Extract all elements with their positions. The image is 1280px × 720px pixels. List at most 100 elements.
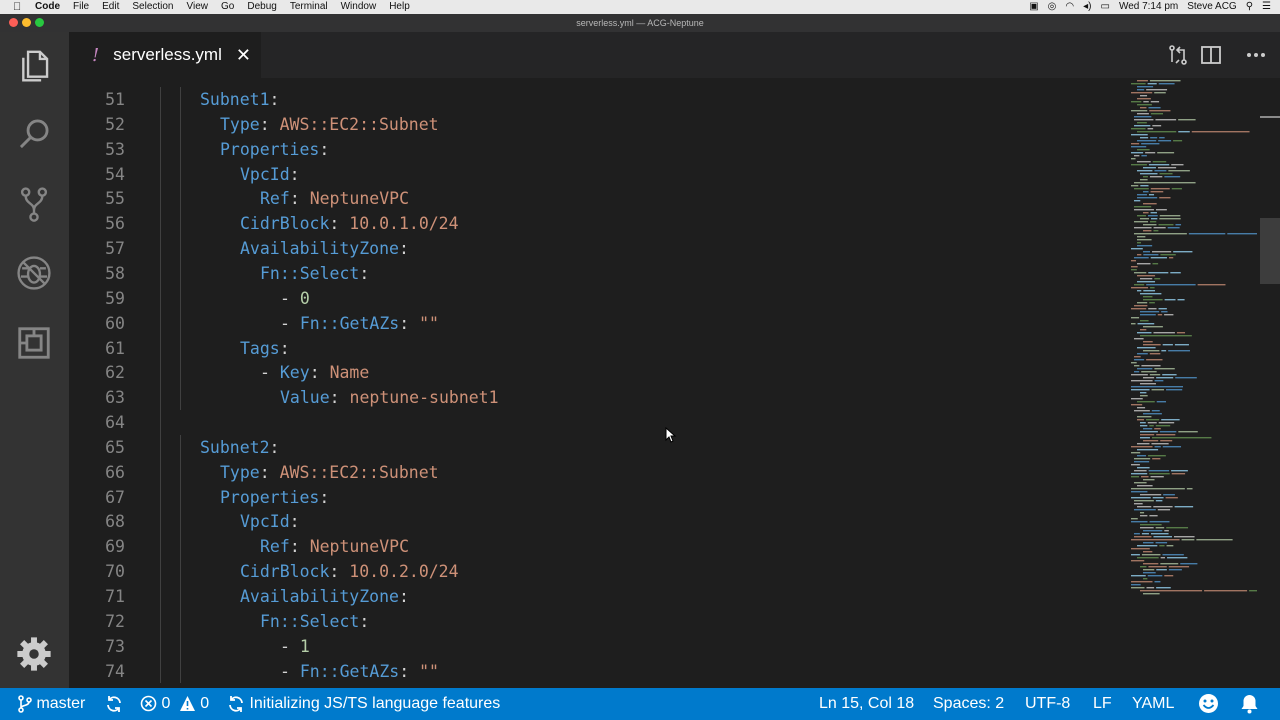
minimap-code-mark — [1134, 359, 1145, 361]
indent-guide — [180, 87, 181, 411]
minimap-code-mark — [1131, 110, 1148, 112]
minimap-code-mark — [1134, 482, 1147, 484]
apple-icon[interactable]:  — [13, 0, 25, 14]
minimize-window-button[interactable] — [22, 18, 31, 27]
code-line[interactable]: 63 Value: neptune-subnet1 — [69, 385, 1129, 410]
minimap-code-mark — [1156, 401, 1167, 403]
menu-edit[interactable]: Edit — [102, 0, 119, 14]
code-line[interactable]: 73 - 1 — [69, 634, 1129, 659]
smiley-icon[interactable] — [1198, 688, 1219, 720]
code-line[interactable]: 57 AvailabilityZone: — [69, 236, 1129, 261]
code-line[interactable]: 69 Ref: NeptuneVPC — [69, 534, 1129, 559]
close-tab-icon[interactable]: ✕ — [236, 45, 251, 66]
tab-serverless-yml[interactable]: ! serverless.yml ✕ — [69, 32, 261, 78]
minimap-code-mark — [1168, 569, 1182, 571]
minimap-code-mark — [1134, 338, 1144, 340]
search-icon[interactable] — [14, 114, 54, 154]
minimap-code-mark — [1159, 215, 1181, 217]
minimap-code-mark — [1131, 575, 1146, 577]
code-line[interactable]: 71 AvailabilityZone: — [69, 584, 1129, 609]
zoom-window-button[interactable] — [35, 18, 44, 27]
code-line[interactable]: 52 Type: AWS::EC2::Subnet — [69, 112, 1129, 137]
split-editor-icon[interactable] — [1198, 42, 1224, 68]
sync-tray-icon[interactable]: ◎ — [1048, 0, 1057, 14]
user-name[interactable]: Steve ACG — [1187, 0, 1236, 14]
code-line[interactable]: 62 - Key: Name — [69, 360, 1129, 385]
source-control-icon[interactable] — [14, 184, 54, 224]
code-line[interactable]: 64 — [69, 410, 1129, 435]
minimap-code-mark — [1131, 287, 1149, 289]
code-editor[interactable]: 51 Subnet1: 52 Type: AWS::EC2::Subnet 53 Prop… — [69, 78, 1280, 688]
minimap-code-mark — [1159, 197, 1171, 199]
code-line[interactable]: 65 Subnet2: — [69, 435, 1129, 460]
code-token: : — [269, 90, 280, 109]
sync-icon[interactable] — [105, 688, 123, 720]
minimap-code-mark — [1160, 557, 1166, 559]
code-line[interactable]: 51 Subnet1: — [69, 87, 1129, 112]
code-line[interactable]: 59 - 0 — [69, 286, 1129, 311]
branch-indicator[interactable]: master — [18, 688, 85, 720]
end-of-line[interactable]: LF — [1093, 688, 1112, 720]
close-window-button[interactable] — [9, 18, 18, 27]
more-actions-icon[interactable] — [1243, 42, 1269, 68]
menu-go[interactable]: Go — [221, 0, 234, 14]
code-line[interactable]: 53 Properties: — [69, 137, 1129, 162]
language-mode[interactable]: YAML — [1132, 688, 1174, 720]
code-token: NeptuneVPC — [309, 189, 410, 209]
code-token: 0 — [299, 288, 310, 308]
screen-icon[interactable]: ▣ — [1029, 0, 1038, 14]
code-line[interactable]: 74 - Fn::GetAZs: "" — [69, 659, 1129, 684]
code-line[interactable]: 61 Tags: — [69, 336, 1129, 361]
volume-icon[interactable]: ◂) — [1083, 0, 1091, 14]
code-line[interactable]: 55 Ref: NeptuneVPC — [69, 186, 1129, 211]
minimap-code-mark — [1131, 260, 1137, 262]
language-service-status[interactable]: Initializing JS/TS language features — [227, 688, 500, 720]
menu-debug[interactable]: Debug — [247, 0, 276, 14]
menu-view[interactable]: View — [187, 0, 209, 14]
minimap-code-mark — [1143, 479, 1155, 481]
code-line[interactable]: 56 CidrBlock: 10.0.1.0/24 — [69, 211, 1129, 236]
minimap-code-mark — [1134, 305, 1148, 307]
line-code: VpcId: — [240, 162, 300, 187]
menu-help[interactable]: Help — [389, 0, 410, 14]
explorer-icon[interactable] — [14, 46, 54, 86]
minimap-code-mark — [1162, 344, 1173, 346]
minimap[interactable] — [1127, 78, 1257, 688]
spotlight-icon[interactable]: ⚲ — [1246, 0, 1253, 14]
code-line[interactable]: 60 - Fn::GetAZs: "" — [69, 311, 1129, 336]
battery-icon[interactable]: ▭ — [1100, 0, 1109, 14]
menu-app[interactable]: Code — [35, 0, 60, 14]
notification-center-icon[interactable]: ☰ — [1262, 0, 1271, 14]
code-line[interactable]: 70 CidrBlock: 10.0.2.0/24 — [69, 559, 1129, 584]
code-token: NeptuneVPC — [309, 537, 410, 557]
wifi-icon[interactable]: ◠ — [1065, 0, 1074, 14]
file-encoding[interactable]: UTF-8 — [1025, 688, 1070, 720]
minimap-code-mark — [1137, 239, 1152, 241]
minimap-code-mark — [1150, 191, 1164, 193]
clock[interactable]: Wed 7:14 pm — [1119, 0, 1178, 14]
code-line[interactable]: 72 Fn::Select: — [69, 609, 1129, 634]
minimap-code-mark — [1134, 188, 1149, 190]
open-changes-icon[interactable] — [1165, 42, 1191, 68]
bell-icon[interactable] — [1240, 688, 1259, 720]
code-line[interactable]: 66 Type: AWS::EC2::Subnet — [69, 460, 1129, 485]
code-line[interactable]: 67 Properties: — [69, 485, 1129, 510]
debug-icon[interactable] — [14, 253, 54, 293]
cursor-position[interactable]: Ln 15, Col 18 — [819, 688, 914, 720]
extensions-icon[interactable] — [14, 323, 54, 363]
menu-window[interactable]: Window — [341, 0, 377, 14]
problems-indicator[interactable]: 0 0 — [140, 688, 209, 720]
menu-selection[interactable]: Selection — [132, 0, 173, 14]
scrollbar-thumb[interactable] — [1260, 218, 1280, 284]
code-line[interactable]: 68 VpcId: — [69, 509, 1129, 534]
indentation[interactable]: Spaces: 2 — [933, 688, 1004, 720]
code-token: : — [329, 214, 350, 234]
minimap-code-mark — [1146, 587, 1155, 589]
code-line[interactable]: 54 VpcId: — [69, 162, 1129, 187]
minimap-code-mark — [1140, 494, 1162, 496]
menu-terminal[interactable]: Terminal — [290, 0, 328, 14]
menu-file[interactable]: File — [73, 0, 89, 14]
code-line[interactable]: 58 Fn::Select: — [69, 261, 1129, 286]
gear-icon[interactable] — [14, 634, 54, 674]
line-number: 68 — [105, 512, 125, 532]
